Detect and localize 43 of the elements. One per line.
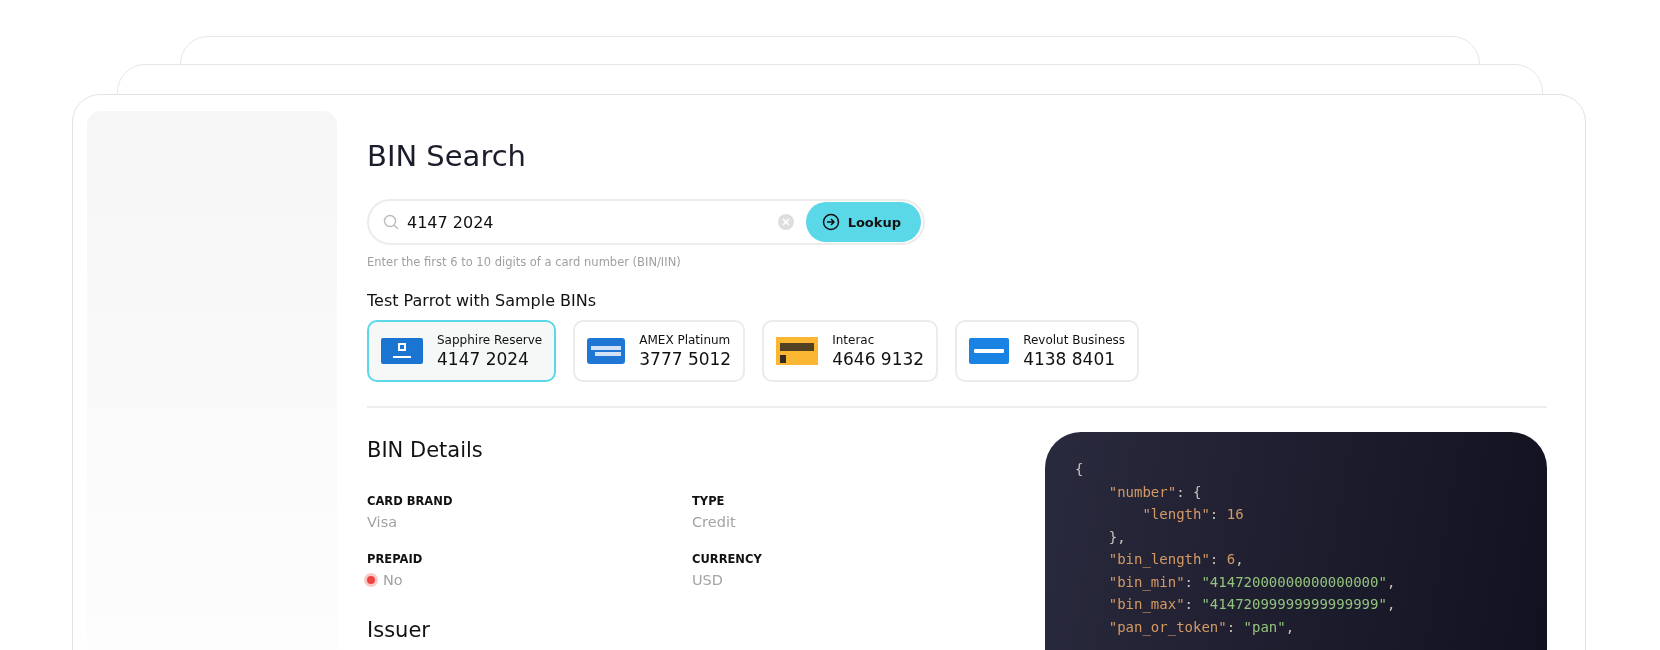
details-heading: BIN Details: [367, 438, 484, 462]
lookup-button[interactable]: Lookup: [805, 202, 921, 242]
code-line: "length": 16: [1141, 505, 1245, 524]
bank-logo-icon: [381, 338, 423, 364]
code-line: "bin_length": 6,: [1107, 550, 1245, 570]
code-line: },: [1107, 527, 1127, 547]
sample-card[interactable]: Interac 4646 9132: [762, 320, 939, 382]
field-value: Visa: [367, 514, 398, 530]
sample-name: Interac: [832, 333, 876, 347]
sample-card[interactable]: AMEX Platinum 3777 5012: [573, 320, 746, 382]
code-line: "number": {: [1107, 482, 1203, 502]
bank-logo-icon: [776, 337, 819, 365]
bank-logo-icon: [969, 338, 1010, 364]
code-line: "bin_max": "41472099999999999999",: [1107, 595, 1397, 615]
field-value: USD: [692, 572, 723, 588]
field-label: CARD BRAND: [367, 494, 454, 508]
field-value: No: [383, 572, 403, 588]
sample-bin: 4138 8401: [1023, 349, 1117, 369]
clear-button[interactable]: [777, 214, 794, 230]
arrow-circle-icon: [821, 213, 840, 231]
close-icon: [781, 218, 790, 226]
sample-card[interactable]: Revolut Business 4138 8401: [955, 320, 1140, 382]
page-title: BIN Search: [367, 139, 527, 173]
search-icon: [383, 214, 399, 230]
code-line: "bin_min": "41472000000000000000",: [1107, 572, 1397, 593]
card-logo-icon: [587, 338, 626, 364]
samples-heading: Test Parrot with Sample BINs: [367, 291, 598, 310]
sample-name: AMEX Platinum: [639, 333, 732, 347]
sample-name: Revolut Business: [1023, 333, 1126, 347]
sample-name: Sapphire Reserve: [437, 333, 543, 347]
issuer-heading: Issuer: [367, 618, 431, 642]
sample-bin: 3777 5012: [639, 349, 732, 369]
field-label: TYPE: [692, 494, 726, 508]
field-label: PREPAID: [367, 552, 424, 566]
code-line: "pan_or_token": "pan",: [1107, 617, 1296, 638]
sample-bin: 4147 2024: [437, 349, 530, 369]
sample-card[interactable]: Sapphire Reserve 4147 2024: [367, 320, 557, 382]
sample-bin: 4646 9132: [832, 349, 925, 369]
field-value: Credit: [692, 514, 736, 530]
search-field[interactable]: 4147 2024 Lookup: [367, 199, 925, 245]
code-line: {: [1075, 460, 1085, 479]
field-label: CURRENCY: [692, 552, 763, 566]
search-hint: Enter the first 6 to 10 digits of a card number (BIN/IIN): [367, 255, 682, 269]
